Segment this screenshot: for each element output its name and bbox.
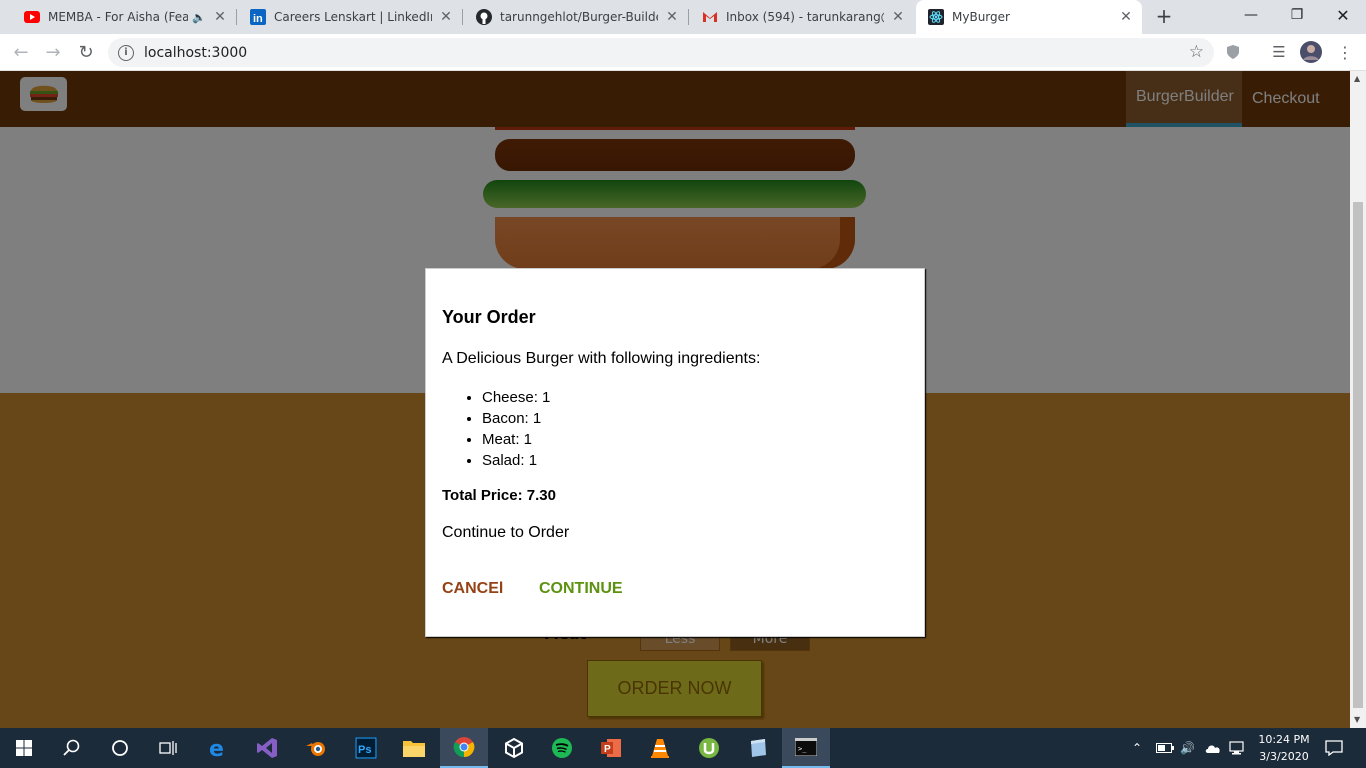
file-explorer-icon[interactable] [390, 728, 438, 768]
order-description: A Delicious Burger with following ingred… [442, 350, 761, 367]
close-tab-icon[interactable]: ✕ [664, 9, 680, 25]
page-viewport: BurgerBuilder Checkout Meat Less More OR… [0, 71, 1350, 728]
minimize-button[interactable]: — [1228, 0, 1274, 30]
linkedin-icon: in [250, 9, 266, 25]
windows-start-icon[interactable] [0, 728, 48, 768]
notification-center-icon[interactable] [1325, 728, 1343, 768]
cancel-button[interactable]: CANCEl [442, 580, 503, 598]
list-item: Meat: 1 [482, 429, 550, 450]
onedrive-icon[interactable] [1204, 728, 1222, 768]
close-tab-icon[interactable]: ✕ [212, 9, 228, 25]
browser-tab-strip: MEMBA - For Aisha (Featu 🔈 ✕ in Careers … [0, 0, 1366, 34]
tab-linkedin[interactable]: in Careers Lenskart | LinkedIn ✕ [238, 0, 462, 34]
scrollbar-thumb[interactable] [1353, 202, 1363, 708]
continue-prompt: Continue to Order [442, 524, 570, 541]
close-tab-icon[interactable]: ✕ [1118, 9, 1134, 25]
back-button[interactable]: ← [9, 40, 33, 64]
bookmark-star-icon[interactable]: ☆ [1189, 42, 1204, 62]
chrome-icon[interactable] [440, 728, 488, 768]
tab-gmail[interactable]: Inbox (594) - tarunkarang@gm ✕ [690, 0, 914, 34]
menu-kebab-icon[interactable]: ⋮ [1334, 41, 1356, 63]
tab-separator [236, 9, 237, 25]
tab-myburger[interactable]: MyBurger ✕ [916, 0, 1142, 34]
svg-text:Ps: Ps [358, 744, 371, 756]
tab-github[interactable]: tarunngehlot/Burger-Builder: B ✕ [464, 0, 688, 34]
gmail-icon [702, 9, 718, 25]
tab-title: tarunngehlot/Burger-Builder: B [500, 10, 658, 24]
clock-date: 3/3/2020 [1259, 750, 1309, 763]
edge-icon[interactable]: e [194, 728, 242, 768]
tab-title: Inbox (594) - tarunkarang@gm [726, 10, 884, 24]
info-icon[interactable]: i [118, 44, 134, 61]
scroll-down-icon[interactable]: ▼ [1354, 715, 1360, 724]
page-scrollbar[interactable]: ▲ ▼ [1350, 71, 1366, 728]
photoshop-icon[interactable]: Ps [342, 728, 390, 768]
list-item: Bacon: 1 [482, 408, 550, 429]
close-window-button[interactable]: ✕ [1320, 0, 1366, 30]
search-icon[interactable] [48, 728, 96, 768]
network-icon[interactable] [1228, 728, 1246, 768]
tab-title: Careers Lenskart | LinkedIn [274, 10, 432, 24]
cortana-icon[interactable] [96, 728, 144, 768]
battery-icon[interactable] [1156, 728, 1174, 768]
visual-studio-icon[interactable] [243, 728, 291, 768]
reload-button[interactable]: ↻ [74, 40, 98, 64]
scroll-up-icon[interactable]: ▲ [1354, 74, 1360, 83]
tab-title: MEMBA - For Aisha (Featu [48, 10, 189, 24]
utorrent-icon[interactable] [685, 728, 733, 768]
task-view-icon[interactable] [144, 728, 192, 768]
clock-time: 10:24 PM [1258, 733, 1310, 746]
show-hidden-icons[interactable]: ⌃ [1132, 728, 1142, 768]
svg-text:P: P [604, 744, 611, 755]
github-icon [476, 9, 492, 25]
react-icon [928, 9, 944, 25]
spotify-icon[interactable] [538, 728, 586, 768]
extension-shield-icon[interactable] [1222, 41, 1244, 63]
new-tab-button[interactable]: + [1152, 5, 1176, 29]
restore-button[interactable]: ❐ [1274, 0, 1320, 30]
tab-separator [688, 9, 689, 25]
browser-toolbar: ← → ↻ i localhost:3000 ☆ ☰ ⋮ [0, 34, 1366, 71]
address-bar[interactable]: i localhost:3000 ☆ [108, 38, 1214, 67]
terminal-icon[interactable]: >_ [782, 728, 830, 768]
svg-text:in: in [253, 13, 263, 25]
tab-youtube[interactable]: MEMBA - For Aisha (Featu 🔈 ✕ [12, 0, 236, 34]
system-clock[interactable]: 10:24 PM 3/3/2020 [1254, 731, 1314, 765]
speaker-icon[interactable]: 🔈 [192, 11, 206, 24]
continue-button[interactable]: CONTINUE [539, 580, 623, 598]
svg-text:e: e [209, 737, 224, 759]
order-summary-modal: Your Order A Delicious Burger with follo… [425, 268, 925, 637]
tab-title: MyBurger [952, 10, 1010, 24]
svg-text:>_: >_ [798, 745, 807, 753]
close-tab-icon[interactable]: ✕ [890, 9, 906, 25]
notes-icon[interactable] [734, 728, 782, 768]
unity-icon[interactable] [490, 728, 538, 768]
media-control-icon[interactable]: ☰ [1268, 41, 1290, 63]
close-tab-icon[interactable]: ✕ [438, 9, 454, 25]
youtube-icon [24, 9, 40, 25]
list-item: Cheese: 1 [482, 387, 550, 408]
list-item: Salad: 1 [482, 450, 550, 471]
windows-taskbar: e Ps P >_ ⌃ 🔊 10:24 PM 3/3/2020 [0, 728, 1366, 768]
url-text[interactable]: localhost:3000 [144, 45, 247, 61]
powerpoint-icon[interactable]: P [587, 728, 635, 768]
avatar[interactable] [1300, 41, 1322, 63]
blender-icon[interactable] [292, 728, 340, 768]
modal-title: Your Order [442, 307, 536, 327]
vlc-icon[interactable] [636, 728, 684, 768]
tab-separator [462, 9, 463, 25]
forward-button[interactable]: → [41, 40, 65, 64]
ingredient-list: Cheese: 1 Bacon: 1 Meat: 1 Salad: 1 [482, 387, 550, 471]
total-price: Total Price: 7.30 [442, 487, 556, 504]
volume-icon[interactable]: 🔊 [1180, 728, 1195, 768]
